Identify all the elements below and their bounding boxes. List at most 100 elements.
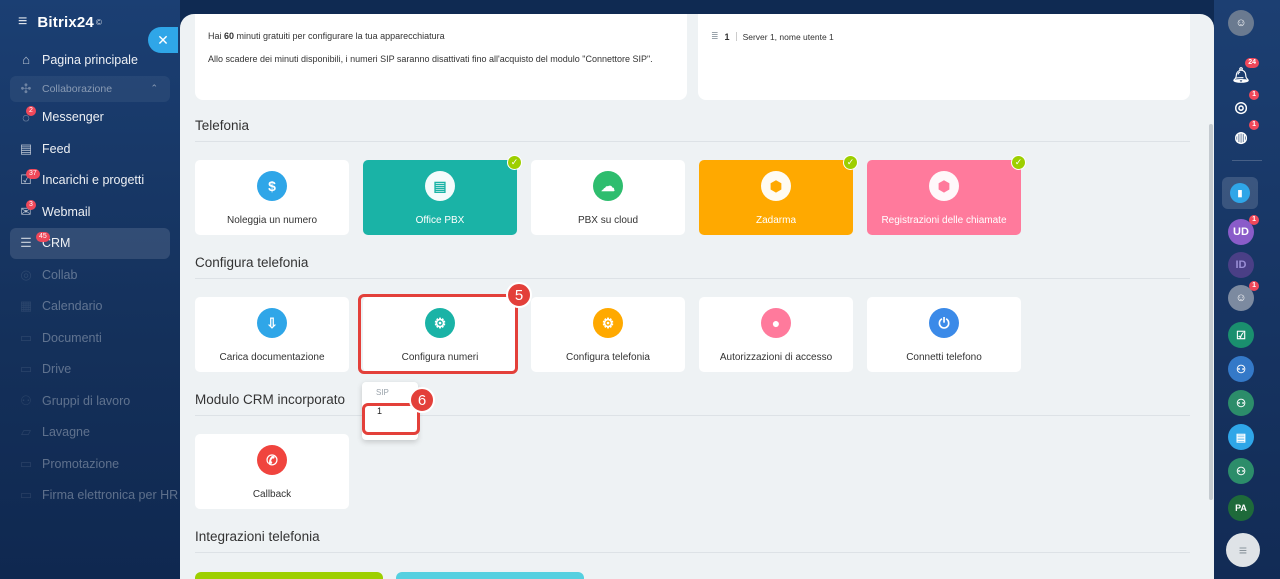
user-avatar-ud[interactable]: UD 1 xyxy=(1228,215,1259,245)
integration-tile-2[interactable] xyxy=(396,572,584,579)
step-badge-5: 5 xyxy=(506,282,532,308)
sidebar-item[interactable]: ☑ Incarichi e progetti 37 xyxy=(0,165,180,197)
tile-configura-telefonia[interactable]: ⚙ Configura telefonia xyxy=(531,297,685,372)
group-icon[interactable]: ⚇ xyxy=(1228,458,1254,484)
chat-bubble-icon[interactable]: ◍ 1 xyxy=(1228,120,1259,150)
sidebar-item[interactable]: ☰ CRM 45 xyxy=(10,227,170,259)
left-sidebar: ≡ Bitrix24 © ⌂ Pagina principale ✣ Collabor… xyxy=(0,0,180,579)
user-avatar[interactable]: ☺ xyxy=(1228,10,1254,36)
server-row[interactable]: ≣ 1 Server 1, nome utente 1 xyxy=(711,31,834,42)
server-count: 1 xyxy=(724,31,730,42)
section-telefonia: Telefonia xyxy=(195,118,250,133)
feed-icon: ▤ xyxy=(19,140,33,156)
sidebar-item-label: Promotazione xyxy=(42,456,120,471)
sidebar-item[interactable]: ◌ Messenger 2 xyxy=(0,102,180,134)
sidebar-badge: 37 xyxy=(26,168,40,179)
sign-icon: ▭ xyxy=(19,487,33,503)
sidebar-item-label: Feed xyxy=(42,141,71,156)
brand-logo[interactable]: Bitrix24 xyxy=(37,14,94,31)
list-icon: ≣ xyxy=(711,31,719,41)
sidebar-item[interactable]: ✣ Collaborazione ⌃ xyxy=(10,75,170,102)
user-avatar-photo[interactable]: ☺ 1 xyxy=(1228,281,1259,311)
free-minutes-post: minuti gratuiti per configurare la tua a… xyxy=(234,31,445,41)
calendar-icon: ▦ xyxy=(19,298,33,314)
upload-doc-icon: ⇩ xyxy=(257,308,287,338)
home-icon: ⌂ xyxy=(22,52,30,68)
badge: 1 xyxy=(1249,215,1259,225)
sidebar-item[interactable]: ◎ Collab xyxy=(0,259,180,291)
group-icon[interactable]: ⚇ xyxy=(1228,390,1254,416)
sidebar-item[interactable]: ⚇ Gruppi di lavoro xyxy=(0,385,180,417)
bookmark-icon: ▮ xyxy=(1230,183,1250,203)
tile-label: PBX su cloud xyxy=(577,215,639,226)
free-minutes-value: 60 xyxy=(224,31,235,41)
menu-icon[interactable]: ≡ xyxy=(18,13,27,31)
sidebar-item-label: Webmail xyxy=(42,204,91,219)
divider xyxy=(195,141,1190,142)
sidebar-item[interactable]: ▭ Firma elettronica per HR xyxy=(0,480,180,512)
tile-zadarma[interactable]: ⬢ Zadarma ✓ xyxy=(699,155,858,235)
docs-icon: ▭ xyxy=(19,329,33,345)
badge: 1 xyxy=(1249,90,1259,100)
divider xyxy=(195,552,1190,553)
sidebar-item[interactable]: ✉ Webmail 3 xyxy=(0,196,180,228)
sidebar-item[interactable]: ▭ Documenti xyxy=(0,322,180,354)
tile-label: Office PBX xyxy=(415,215,465,226)
activity-icon[interactable]: ◎ 1 xyxy=(1228,90,1259,120)
promo-icon: ▭ xyxy=(19,455,33,471)
sidebar-item[interactable]: ▭ Promotazione xyxy=(0,448,180,480)
sidebar-badge: 2 xyxy=(26,105,36,116)
section-configura-telefonia: Configura telefonia xyxy=(195,255,309,270)
section-modulo-crm: Modulo CRM incorporato xyxy=(195,392,346,407)
sidebar-item[interactable]: ▱ Lavagne xyxy=(0,417,180,449)
callback-icon: ✆ xyxy=(257,445,287,475)
user-avatar-pa[interactable]: PA xyxy=(1228,495,1254,521)
tile-carica-documentazione[interactable]: ⇩ Carica documentazione xyxy=(195,297,349,372)
step-badge-6: 6 xyxy=(409,387,435,413)
group-icon[interactable]: ⚇ xyxy=(1228,356,1254,382)
free-minutes-pre: Hai xyxy=(208,31,225,41)
brand-mark: © xyxy=(95,17,102,27)
divider xyxy=(735,32,737,41)
free-minutes-text: Hai 60 minuti gratuiti per configurare l… xyxy=(208,31,445,41)
divider xyxy=(195,278,1190,279)
tile-office-pbx[interactable]: ▤ Office PBX ✓ xyxy=(363,155,522,235)
tile-connetti-telefono[interactable]: ⏻ Connetti telefono xyxy=(867,297,1021,372)
sidebar-item[interactable]: ▭ Drive xyxy=(0,354,180,386)
tile-autorizzazioni-di-accesso[interactable]: ● Autorizzazioni di accesso xyxy=(699,297,853,372)
badge: 1 xyxy=(1249,120,1259,130)
user-avatar-id[interactable]: ID xyxy=(1228,252,1254,278)
divider xyxy=(1232,160,1262,161)
tile-label: Zadarma xyxy=(755,215,796,226)
tile-pbx-su-cloud[interactable]: ☁ PBX su cloud xyxy=(531,160,685,235)
comments-icon[interactable]: ▤ xyxy=(1228,424,1254,450)
close-slider-button[interactable]: ✕ xyxy=(148,27,178,53)
more-icon[interactable]: ≡ xyxy=(1226,533,1260,567)
right-toolbar: ☺ 🔔︎ 24 ◎ 1 ◍ 1 ▮ UD 1 ID ☺ 1 ☑ ⚇ ⚇ ▤ ⚇ PA ≡ xyxy=(1214,0,1280,579)
tile-callback[interactable]: ✆ Callback xyxy=(195,434,349,509)
sidebar-badge: 3 xyxy=(26,200,36,210)
bookmark-button[interactable]: ▮ xyxy=(1222,177,1258,209)
check-icon: ✓ xyxy=(843,155,858,170)
highlight-configura-numeri xyxy=(358,294,518,374)
cloud-pbx-icon: ☁ xyxy=(593,171,623,201)
sip-server-card: ≣ 1 Server 1, nome utente 1 xyxy=(698,14,1190,100)
task-icon[interactable]: ☑ xyxy=(1228,322,1254,348)
bell-icon[interactable]: 🔔︎ 24 xyxy=(1228,58,1259,88)
collab-icon: ✣ xyxy=(20,80,32,96)
sidebar-item-label: Collaborazione xyxy=(42,82,113,95)
integration-tile-1[interactable] xyxy=(195,572,383,579)
sidebar-item-label: Lavagne xyxy=(42,425,90,440)
tile-registrazioni-delle-chiamate[interactable]: ⬢ Registrazioni delle chiamate ✓ xyxy=(867,155,1026,235)
plug-icon: ⏻ xyxy=(929,308,959,338)
sidebar-item[interactable]: ▦ Calendario xyxy=(0,291,180,323)
chevron-up-icon[interactable]: ⌃ xyxy=(150,83,158,94)
groups-icon: ⚇ xyxy=(20,392,32,408)
scrollbar[interactable] xyxy=(1209,124,1213,500)
sidebar-item[interactable]: ▤ Feed xyxy=(0,133,180,165)
crm-icon: ☰ xyxy=(20,235,32,251)
sidebar-item-label: Collab xyxy=(42,267,78,282)
tile-label: Registrazioni delle chiamate xyxy=(881,215,1007,226)
tile-noleggia-un-numero[interactable]: $ Noleggia un numero xyxy=(195,160,349,235)
free-minutes-card: Hai 60 minuti gratuiti per configurare l… xyxy=(195,14,687,100)
